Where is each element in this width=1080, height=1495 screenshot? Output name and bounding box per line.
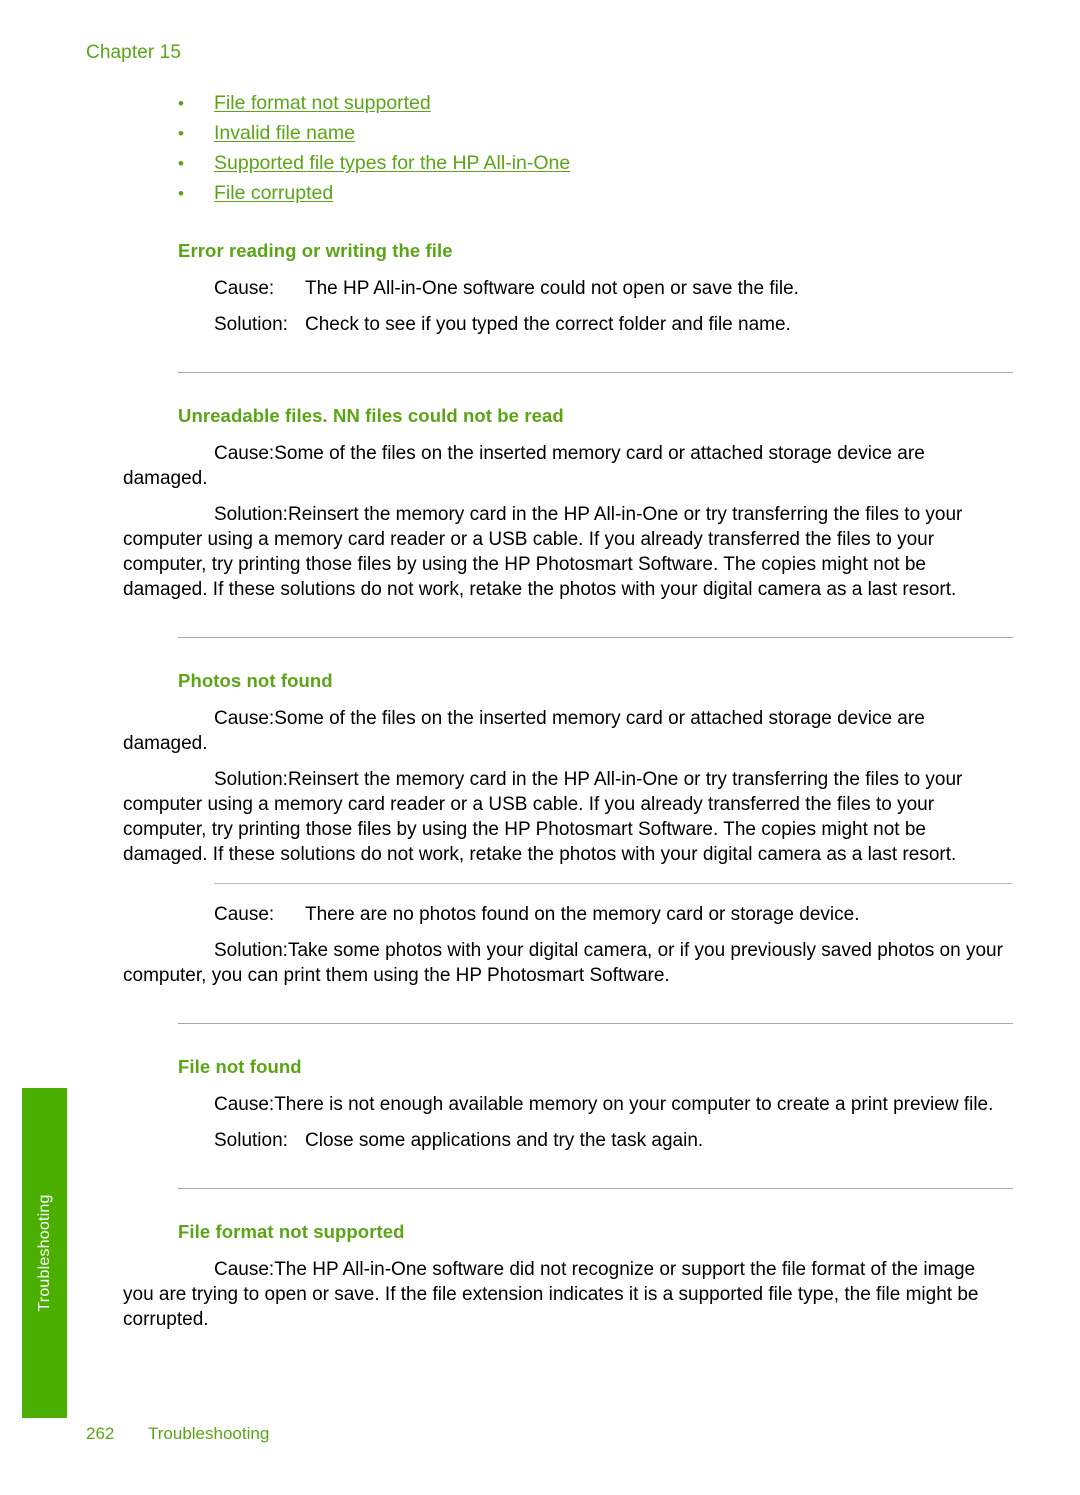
solution-text: Check to see if you typed the correct fo… <box>305 314 791 335</box>
cross-reference-link[interactable]: File corrupted <box>214 182 333 205</box>
section-divider <box>178 637 1013 638</box>
solution-text: Solution:Reinsert the memory card in the… <box>123 767 1008 867</box>
solution-text: Close some applications and try the task… <box>305 1130 704 1151</box>
cause-label: Cause: <box>214 1259 275 1280</box>
cause-label: Cause: <box>214 708 275 729</box>
section-divider <box>178 372 1013 373</box>
solution-label: Solution: <box>214 504 288 525</box>
footer-section-title: Troubleshooting <box>148 1424 270 1443</box>
list-item: • Invalid file name <box>178 122 998 152</box>
cause-text: The HP All-in-One software could not ope… <box>305 278 799 299</box>
section-unreadable-files: Unreadable files. NN files could not be … <box>123 405 1008 602</box>
solution-label: Solution: <box>214 1130 288 1151</box>
solution-label: Solution: <box>214 769 288 790</box>
cause-row: Cause: The HP All-in-One software could … <box>178 276 1008 301</box>
cause-solution-block: Cause: There are no photos found on the … <box>123 902 1008 988</box>
cause-label: Cause: <box>214 443 275 464</box>
cause-row: Cause:Some of the files on the inserted … <box>123 706 1008 756</box>
cross-reference-link[interactable]: File format not supported <box>214 92 431 115</box>
list-item: • Supported file types for the HP All-in… <box>178 152 998 182</box>
solution-row: Solution: Close some applications and tr… <box>178 1128 1008 1153</box>
cause-row: Cause: There are no photos found on the … <box>178 902 1008 927</box>
section-file-format-not-supported: File format not supported Cause:The HP A… <box>123 1221 1008 1332</box>
cause-text: Cause:The HP All-in-One software did not… <box>123 1257 1008 1332</box>
cause-label: Cause: <box>214 278 275 299</box>
solution-row: Solution:Reinsert the memory card in the… <box>123 502 1008 602</box>
bullet-icon: • <box>178 154 184 173</box>
solution-label: Solution: <box>214 314 288 335</box>
chapter-header: Chapter 15 <box>86 42 182 63</box>
solution-row: Solution:Reinsert the memory card in the… <box>123 767 1008 867</box>
cause-solution-block: Cause:Some of the files on the inserted … <box>123 706 1008 867</box>
section-error-reading-or-writing-the-file: Error reading or writing the file Cause:… <box>178 240 1008 337</box>
bullet-icon: • <box>178 184 184 203</box>
side-tab-troubleshooting: Troubleshooting <box>22 1088 67 1418</box>
cause-row: Cause:Some of the files on the inserted … <box>123 441 1008 491</box>
cause-solution-block: Cause: The HP All-in-One software could … <box>178 276 1008 337</box>
solution-row: Solution: Check to see if you typed the … <box>178 312 1008 337</box>
solution-label: Solution: <box>214 940 288 961</box>
section-heading: Error reading or writing the file <box>178 240 453 261</box>
cause-row: Cause:There is not enough available memo… <box>178 1092 1008 1117</box>
section-divider <box>178 1023 1013 1024</box>
bullet-icon: • <box>178 124 184 143</box>
list-item: • File format not supported <box>178 92 998 122</box>
section-photos-not-found: Photos not found Cause:Some of the files… <box>123 670 1013 988</box>
sections-container: Error reading or writing the file Cause:… <box>123 240 1013 1343</box>
cross-reference-list: • File format not supported • Invalid fi… <box>178 92 998 212</box>
section-heading: Photos not found <box>178 670 333 691</box>
solution-row: Solution:Take some photos with your digi… <box>123 938 1008 988</box>
cause-solution-block: Cause:Some of the files on the inserted … <box>123 441 1008 602</box>
cause-solution-block: Cause:There is not enough available memo… <box>178 1092 1008 1153</box>
cross-reference-link[interactable]: Supported file types for the HP All-in-O… <box>214 152 570 175</box>
cause-text: Cause:Some of the files on the inserted … <box>123 441 1008 491</box>
side-tab-label: Troubleshooting <box>35 1194 53 1312</box>
section-divider <box>178 1188 1013 1189</box>
document-page: Chapter 15 • File format not supported •… <box>0 0 1080 1495</box>
cause-row: Cause:The HP All-in-One software did not… <box>123 1257 1008 1332</box>
solution-text: Solution:Take some photos with your digi… <box>123 938 1008 988</box>
bullet-icon: • <box>178 94 184 113</box>
section-heading: File not found <box>178 1056 302 1077</box>
solution-text: Solution:Reinsert the memory card in the… <box>123 502 1008 602</box>
cause-text: Cause:There is not enough available memo… <box>123 1092 1008 1117</box>
section-heading: File format not supported <box>178 1221 405 1242</box>
cross-reference-link[interactable]: Invalid file name <box>214 122 355 145</box>
cause-solution-block: Cause:The HP All-in-One software did not… <box>123 1257 1008 1332</box>
section-heading: Unreadable files. NN files could not be … <box>178 405 564 426</box>
cause-text: Cause:Some of the files on the inserted … <box>123 706 1008 756</box>
footer-page-number: 262 <box>86 1424 115 1443</box>
cause-label: Cause: <box>214 1094 275 1115</box>
page-footer: 262 Troubleshooting <box>86 1424 269 1444</box>
cause-label: Cause: <box>214 904 275 925</box>
cause-text: There are no photos found on the memory … <box>305 904 860 925</box>
entry-divider <box>214 883 1013 884</box>
section-file-not-found: File not found Cause:There is not enough… <box>178 1056 1008 1153</box>
list-item: • File corrupted <box>178 182 998 212</box>
cause-body: There is not enough available memory on … <box>274 1094 994 1115</box>
